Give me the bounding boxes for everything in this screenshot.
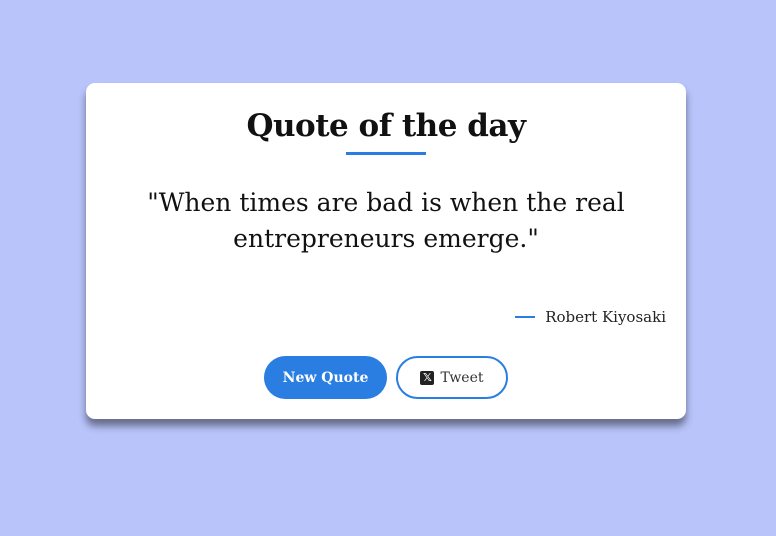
quote-text: "When times are bad is when the real ent… (147, 188, 625, 253)
title-underline (346, 152, 426, 155)
quote-author: Robert Kiyosaki (545, 308, 666, 326)
page-title: Quote of the day (246, 108, 526, 144)
tweet-button[interactable]: 𝕏 Tweet (396, 356, 508, 399)
author-dash (515, 316, 536, 318)
tweet-label: Tweet (440, 369, 484, 386)
quote-card: Quote of the day "When times are bad is … (86, 83, 686, 419)
new-quote-button[interactable]: New Quote (264, 356, 387, 399)
author-row: Robert Kiyosaki (515, 305, 666, 329)
x-logo-icon: 𝕏 (420, 370, 435, 385)
